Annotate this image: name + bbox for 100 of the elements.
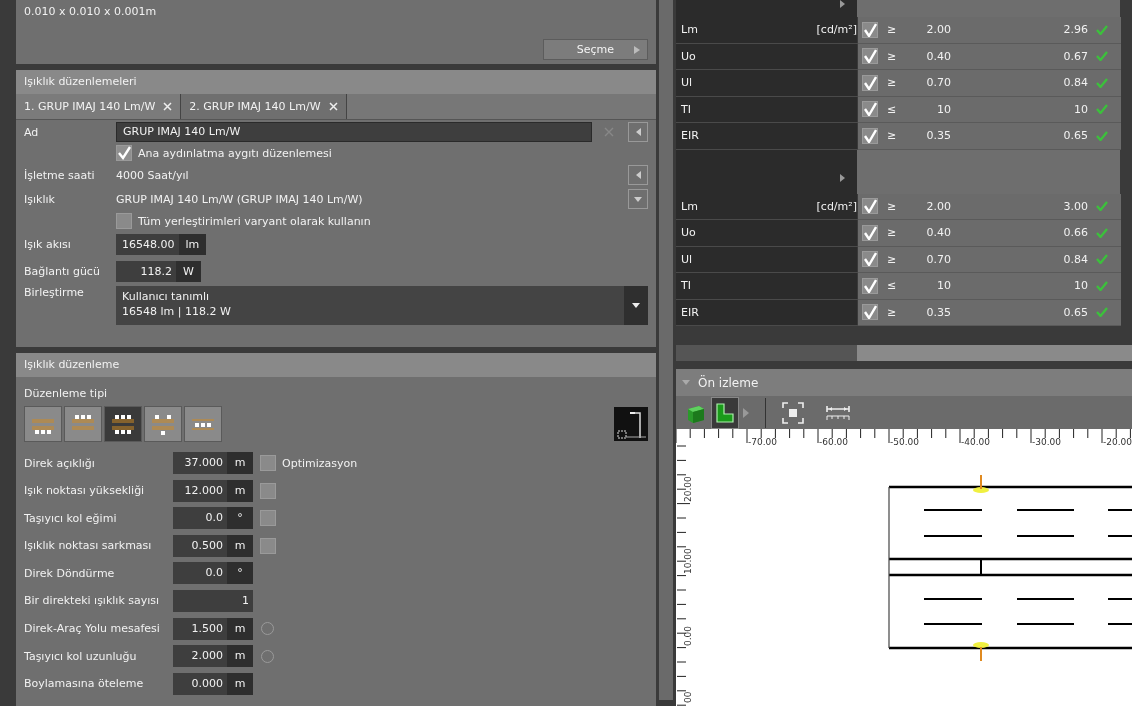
checkbox[interactable] (862, 74, 878, 91)
checkbox[interactable] (862, 304, 878, 321)
panel-header[interactable]: Ön izleme (676, 369, 1132, 396)
select-button[interactable]: Seçme (543, 39, 648, 60)
field-label: Birleştirme (24, 286, 84, 299)
unit-label: m (227, 645, 253, 668)
field-label: Işık noktası yüksekliği (24, 484, 146, 498)
field-label: İşletme saati (24, 168, 95, 182)
operator-symbol: ≥ (887, 252, 898, 266)
checkbox[interactable] (862, 48, 878, 65)
number-field[interactable]: 2.000 (173, 645, 227, 668)
checkbox[interactable] (116, 145, 132, 161)
field-label: Işıklık noktası sarkması (24, 539, 153, 553)
checkbox[interactable] (260, 510, 276, 527)
layout-type-button[interactable] (104, 406, 142, 442)
number-field[interactable]: 1.500 (173, 617, 227, 640)
checkbox[interactable] (862, 277, 878, 294)
unit-label: W (176, 261, 201, 282)
target-value: 2.00 (925, 23, 951, 37)
operator-symbol: ≥ (887, 49, 898, 63)
tab[interactable]: 1. GRUP IMAJ 140 Lm/W (16, 94, 182, 119)
layout-type-button[interactable] (24, 406, 62, 442)
unit-label: ° (227, 507, 253, 530)
checkbox[interactable] (116, 213, 132, 229)
expand-arrow-icon (840, 173, 845, 182)
number-field[interactable]: 0.0 (173, 507, 227, 530)
target-value: 0.35 (925, 129, 951, 143)
floor-plan-icon (715, 402, 735, 423)
criterion-name: Ul (681, 252, 693, 266)
unit-label: m (227, 452, 253, 474)
expand-arrow-icon (840, 0, 845, 8)
field-label: Direk açıklığı (24, 456, 96, 470)
criterion-name: Uo (681, 49, 696, 63)
target-value: 2.00 (925, 199, 951, 213)
unit-label: m (227, 672, 253, 695)
checkbox[interactable] (862, 21, 878, 38)
layout-type-button[interactable] (64, 406, 102, 442)
checkbox[interactable] (862, 198, 878, 215)
caret-left-icon (635, 128, 641, 136)
name-field[interactable]: GRUP IMAJ 140 Lm/W (116, 122, 592, 142)
target-value: 0.70 (925, 252, 951, 266)
unit-label: m (227, 479, 253, 502)
section-header: Işıklık düzenlemeleri (16, 70, 656, 94)
caret-left-icon (635, 171, 641, 179)
number-field[interactable]: 0.000 (173, 672, 227, 695)
collapse-button[interactable] (628, 165, 648, 185)
ruler-label: -40.00 (961, 437, 990, 447)
number-field[interactable]: 118.2 (116, 261, 176, 282)
criterion-name: TI (681, 102, 691, 116)
checkbox-label: Ana aydınlatma aygıtı düzenlemesi (138, 146, 332, 160)
checkbox[interactable] (260, 455, 276, 471)
collapse-button[interactable] (628, 122, 648, 142)
number-field[interactable]: 12.000 (173, 479, 227, 502)
ruler-label: -20.00 (1103, 437, 1132, 447)
unit-label: m (227, 534, 253, 557)
floor-plan-button[interactable] (711, 396, 739, 429)
checkbox[interactable] (862, 101, 878, 118)
layout-type-button[interactable] (184, 406, 222, 442)
field-label: Işıklık (24, 192, 55, 206)
arrow-right-icon (743, 407, 749, 418)
field-label: Ad (24, 125, 39, 139)
operator-symbol: ≥ (887, 199, 898, 213)
scrollbar[interactable] (857, 345, 1132, 361)
field-label: Taşıyıcı kol eğimi (24, 511, 118, 525)
result-value: 2.96 (1062, 23, 1088, 37)
checkbox[interactable] (862, 224, 878, 241)
unit-label: ° (227, 562, 253, 585)
result-value: 0.67 (1062, 49, 1088, 63)
dimensions-text: 0.010 x 0.010 x 0.001m (24, 5, 158, 18)
target-value: 0.70 (925, 76, 951, 90)
number-field[interactable]: 1 (173, 589, 253, 612)
scrollbar[interactable] (659, 0, 673, 700)
number-field[interactable]: 0.0 (173, 562, 227, 585)
number-field[interactable]: 37.000 (173, 452, 227, 474)
checkbox[interactable] (260, 537, 276, 554)
combination-dropdown[interactable]: Kullanıcı tanımlı 16548 lm | 118.2 W (116, 286, 648, 325)
target-value: 0.40 (925, 226, 951, 240)
target-value: 10 (936, 279, 951, 293)
tab[interactable]: 2. GRUP IMAJ 140 Lm/W (181, 94, 347, 119)
number-field[interactable]: 0.500 (173, 534, 227, 557)
operator-symbol: ≤ (887, 102, 898, 116)
checkbox[interactable] (260, 482, 276, 499)
checkbox-label: Optimizasyon (282, 456, 358, 470)
dropdown-button[interactable] (628, 189, 648, 209)
result-value: 0.65 (1062, 129, 1088, 143)
unit-label: m (227, 617, 253, 640)
field-label: Düzenleme tipi (23, 386, 109, 402)
ruler-label: 00 (683, 691, 693, 703)
operator-symbol: ≥ (887, 76, 898, 90)
operator-symbol: ≥ (887, 226, 898, 240)
checkbox[interactable] (862, 251, 878, 268)
criterion-name: EIR (681, 305, 699, 319)
criterion-name: EIR (681, 129, 699, 143)
checkbox[interactable] (862, 127, 878, 144)
field-label: Bir direkteki ışıklık sayısı (24, 594, 161, 608)
unit-label: [cd/m²] (816, 23, 857, 37)
result-value: 10 (1073, 279, 1088, 293)
field-value: 4000 Saat/yıl (116, 168, 189, 182)
number-field[interactable]: 16548.00 (116, 234, 179, 255)
layout-type-button[interactable] (144, 406, 182, 442)
